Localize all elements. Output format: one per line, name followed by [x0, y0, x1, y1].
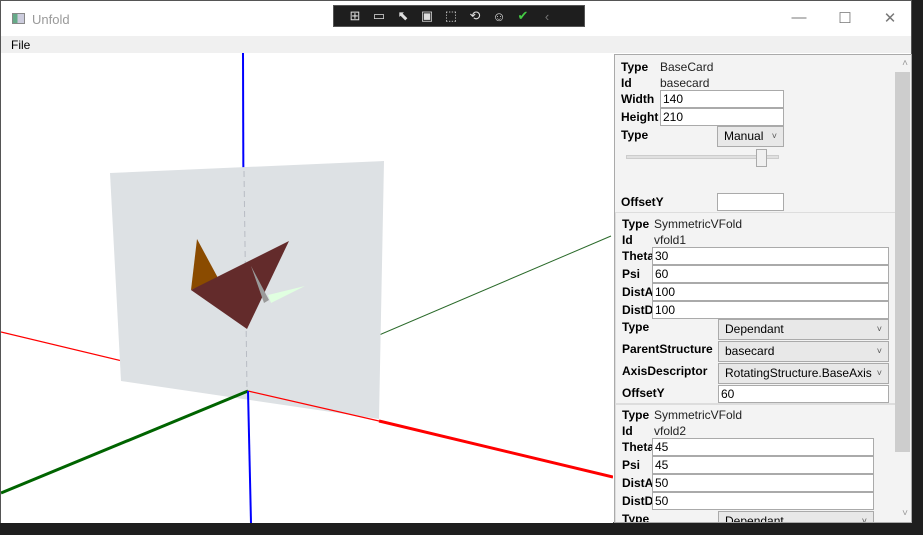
chevron-down-icon: ˅ — [861, 516, 867, 523]
height-label: Height — [621, 110, 659, 124]
distd-input[interactable]: 50 — [652, 492, 874, 510]
type-label: Type — [621, 60, 649, 74]
axis-label: AxisDescriptor — [622, 364, 708, 378]
mode-select-value: Dependant — [725, 514, 784, 523]
psi-label: Psi — [622, 458, 641, 472]
id-value: vfold1 — [654, 233, 687, 247]
offsety-input[interactable]: 60 — [718, 385, 889, 403]
slider-thumb[interactable] — [756, 149, 767, 167]
dista-input[interactable]: 100 — [652, 283, 889, 301]
camera-icon[interactable]: ▭ — [370, 8, 388, 24]
distd-label: DistD — [622, 303, 654, 317]
chevron-down-icon: ˅ — [876, 324, 882, 334]
mode-select[interactable]: Dependant ˅ — [718, 319, 889, 340]
scroll-down-icon[interactable]: ˅ — [902, 508, 908, 519]
type-value: SymmetricVFold — [654, 408, 743, 422]
axis-select-value: RotatingStructure.BaseAxis — [725, 366, 872, 380]
properties-panel: Type BaseCard Id basecard Width 140 Heig… — [614, 54, 912, 523]
type-value: BaseCard — [660, 60, 714, 74]
x-axis-front — [378, 419, 614, 479]
app-window: Unfold ⊞ ▭ ⬉ ▣ ⬚ ⟲ ☺ ✔ ‹ — ☐ ✕ File Type… — [0, 0, 912, 524]
live-visual-tree-icon[interactable]: ⊞ — [346, 8, 364, 24]
vertical-scrollbar[interactable]: ˄ ˅ — [895, 55, 911, 522]
close-button[interactable]: ✕ — [880, 9, 900, 29]
mode-select[interactable]: Manual ˅ — [717, 126, 784, 147]
mode-select[interactable]: Dependant ˅ — [718, 511, 874, 523]
psi-label: Psi — [622, 267, 641, 281]
mode-label: Type — [622, 512, 650, 523]
mode-label: Type — [622, 320, 650, 334]
scroll-up-icon[interactable]: ˄ — [902, 58, 908, 69]
dista-label: DistA — [622, 476, 654, 490]
theta-label: Theta — [622, 249, 655, 263]
window-title: Unfold — [32, 12, 70, 27]
select-element-icon[interactable]: ⬉ — [394, 8, 412, 24]
id-label: Id — [622, 233, 633, 247]
id-label: Id — [621, 76, 632, 90]
chevron-down-icon: ˅ — [771, 131, 777, 141]
collapse-icon[interactable]: ‹ — [538, 9, 556, 24]
y-axis-near — [0, 389, 249, 495]
hot-reload-icon[interactable]: ⟲ — [466, 8, 484, 24]
id-label: Id — [622, 424, 633, 438]
type-value: SymmetricVFold — [654, 217, 743, 231]
parent-label: ParentStructure — [622, 342, 713, 356]
check-icon[interactable]: ✔ — [514, 8, 532, 24]
chevron-down-icon: ˅ — [876, 346, 882, 356]
menu-file[interactable]: File — [11, 38, 30, 52]
minimize-button[interactable]: — — [789, 9, 809, 29]
axis-select[interactable]: RotatingStructure.BaseAxis ˅ — [718, 363, 889, 384]
mode-label: Type — [621, 128, 649, 142]
id-value: vfold2 — [654, 424, 687, 438]
type-label: Type — [622, 217, 650, 231]
maximize-button[interactable]: ☐ — [835, 9, 855, 29]
distd-label: DistD — [622, 494, 654, 508]
3d-viewport[interactable] — [0, 52, 614, 524]
parent-select-value: basecard — [725, 344, 775, 358]
id-value: basecard — [660, 76, 710, 90]
vfold2-section: Type SymmetricVFold Id vfold2 Theta 45 P… — [615, 404, 897, 523]
offsety-label: OffsetY — [622, 386, 665, 400]
track-focus-icon[interactable]: ⬚ — [442, 8, 460, 24]
psi-input[interactable]: 60 — [652, 265, 889, 283]
scrollbar-thumb[interactable] — [895, 72, 910, 452]
display-layout-adorners-icon[interactable]: ▣ — [418, 8, 436, 24]
dista-input[interactable]: 50 — [652, 474, 874, 492]
title-bar: Unfold ⊞ ▭ ⬉ ▣ ⬚ ⟲ ☺ ✔ ‹ — ☐ ✕ — [1, 1, 911, 36]
z-axis-bottom — [247, 390, 252, 524]
mode-select-value: Manual — [724, 129, 764, 143]
offsety-label: OffsetY — [621, 195, 664, 209]
menu-bar: File — [1, 36, 911, 53]
type-label: Type — [622, 408, 650, 422]
height-input[interactable]: 210 — [660, 108, 784, 126]
chevron-down-icon: ˅ — [876, 368, 882, 378]
parent-select[interactable]: basecard ˅ — [718, 341, 889, 362]
theta-input[interactable]: 45 — [652, 438, 874, 456]
width-label: Width — [621, 92, 655, 106]
debug-toolbar: ⊞ ▭ ⬉ ▣ ⬚ ⟲ ☺ ✔ ‹ — [333, 5, 585, 27]
dista-label: DistA — [622, 285, 654, 299]
distd-input[interactable]: 100 — [652, 301, 889, 319]
width-input[interactable]: 140 — [660, 90, 784, 108]
psi-input[interactable]: 45 — [652, 456, 874, 474]
app-icon — [12, 13, 25, 24]
theta-label: Theta — [622, 440, 655, 454]
offsety-input[interactable] — [717, 193, 784, 211]
vfold1-section: Type SymmetricVFold Id vfold1 Theta 30 P… — [615, 212, 897, 404]
mode-select-value: Dependant — [725, 322, 784, 336]
accessibility-icon[interactable]: ☺ — [490, 9, 508, 24]
theta-input[interactable]: 30 — [652, 247, 889, 265]
